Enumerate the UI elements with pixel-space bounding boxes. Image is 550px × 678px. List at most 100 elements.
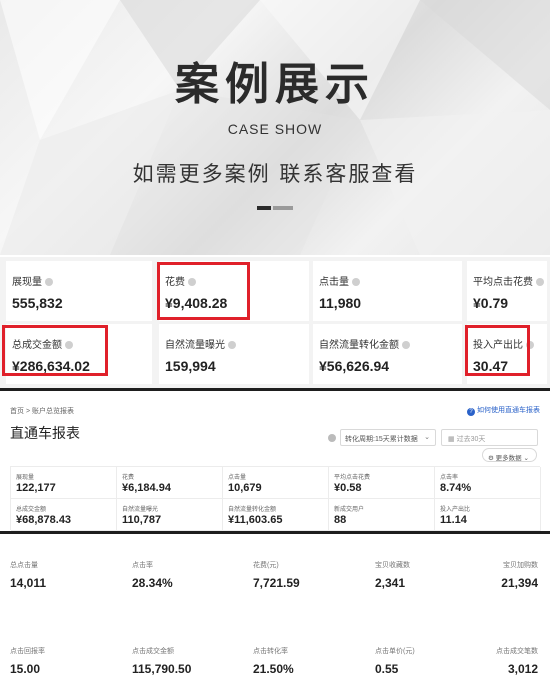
report-metric-label: 投入产出比 [440, 507, 471, 513]
more-data-button[interactable]: ⚙ 更多数据 ⌄ [482, 448, 537, 462]
date-range-picker[interactable]: ▦ 过去30天 [441, 429, 538, 446]
more-data-label: 更多数据 [495, 455, 522, 462]
click-metric-value: 21,394 [501, 576, 538, 590]
breadcrumb[interactable]: 首页 > 账户总览报表 [10, 406, 74, 416]
click-metric-value: 14,011 [10, 576, 47, 590]
question-icon: ? [467, 408, 475, 416]
help-link-label: 如何使用直通车报表 [477, 407, 540, 414]
report-metric: 点击率 8.74% [435, 467, 541, 499]
metric-value: 11,980 [319, 295, 362, 311]
hero-description: 如需更多案例 联系客服查看 [132, 162, 418, 186]
settings-icon: ⚙ [488, 455, 494, 462]
metric-card: 自然流量转化金额 ¥56,626.94 [313, 324, 462, 384]
select-value: 转化周期:15天累计数据 [345, 436, 418, 443]
click-metric-value: 3,012 [507, 662, 538, 676]
report-metric-label: 平均点击花费 [334, 475, 371, 481]
report-metric-label: 自然流量转化金额 [228, 507, 277, 513]
click-metric-value: 15.00 [10, 662, 41, 676]
report-panel: 首页 > 账户总览报表 ? 如何使用直通车报表 直通车报表 转化周期:15天累计数… [0, 391, 550, 531]
click-metric-label: 宝贝加购数 [503, 562, 538, 569]
report-metric-value: 110,787 [122, 514, 162, 526]
click-metric-value: 7,721.59 [253, 576, 300, 590]
metric-value: ¥0.79 [473, 295, 509, 311]
click-metric-value: 28.34% [132, 576, 173, 590]
report-metric-value: 10,679 [228, 482, 262, 494]
hero-subtitle: CASE SHOW [227, 121, 323, 137]
calendar-icon: ▦ [448, 436, 455, 443]
click-metric: 点击成交笔数 3,012 [428, 646, 538, 676]
metric-label: 平均点击花费 [473, 277, 533, 288]
click-metric: 花费(元) 7,721.59 [253, 560, 363, 590]
report-metric: 总成交金额 ¥68,878.43 [11, 499, 117, 531]
report-metric-value: ¥11,603.65 [228, 514, 283, 526]
click-metric: 点击回报率 15.00 [10, 646, 120, 676]
help-icon[interactable] [352, 278, 360, 286]
click-metrics-panel: 总点击量 14,011 点击率 28.34% 花费(元) 7,721.59 宝贝… [0, 534, 550, 678]
report-metric-value: ¥0.58 [334, 482, 362, 494]
help-icon[interactable] [536, 278, 544, 286]
metric-card: 点击量 11,980 [313, 261, 462, 321]
click-metric-label: 点击率 [132, 562, 153, 569]
report-metric: 平均点击花费 ¥0.58 [329, 467, 435, 499]
click-metric-label: 点击成交笔数 [496, 648, 538, 655]
click-metric-label: 花费(元) [253, 562, 279, 569]
report-metric: 自然流量曝光 110,787 [117, 499, 223, 531]
click-metric-label: 点击转化率 [253, 648, 288, 655]
metric-label: 展现量 [12, 277, 42, 288]
click-metric: 宝贝加购数 21,394 [428, 560, 538, 590]
help-icon[interactable] [402, 341, 410, 349]
info-icon[interactable] [328, 434, 336, 442]
metric-label: 自然流量曝光 [165, 340, 225, 351]
report-metric-label: 展现量 [16, 475, 35, 481]
report-metric: 展现量 122,177 [11, 467, 117, 499]
hero-dash-dark [257, 206, 271, 210]
chevron-down-icon: ⌄ [424, 434, 430, 441]
click-metric: 点击转化率 21.50% [253, 646, 363, 676]
report-metric: 点击量 10,679 [223, 467, 329, 499]
hero-banner: 案例展示 CASE SHOW 如需更多案例 联系客服查看 [0, 0, 550, 255]
help-icon[interactable] [228, 341, 236, 349]
metric-value: 555,832 [12, 295, 63, 311]
report-metric-value: ¥68,878.43 [16, 514, 72, 526]
report-metric-value: 8.74% [440, 482, 472, 494]
report-metric: 投入产出比 11.14 [435, 499, 541, 531]
click-metric-value: 115,790.50 [132, 662, 192, 676]
report-metric-label: 总成交金额 [16, 507, 47, 513]
click-metric-label: 点击回报率 [10, 648, 45, 655]
click-metric-label: 点击成交金额 [132, 648, 174, 655]
help-link[interactable]: ? 如何使用直通车报表 [467, 405, 540, 416]
report-metric: 新成交用户 88 [329, 499, 435, 531]
report-metric-label: 花费 [122, 475, 135, 481]
report-metric-label: 点击量 [228, 475, 247, 481]
report-metrics-grid: 展现量 122,177 花费 ¥6,184.94 点击量 10,679 平均点击… [10, 466, 541, 531]
metric-card: 平均点击花费 ¥0.79 [467, 261, 547, 321]
conversion-period-select[interactable]: 转化周期:15天累计数据 ⌄ [340, 429, 436, 446]
click-metric-label: 总点击量 [10, 562, 38, 569]
summary-metrics-grid: 展现量 555,832 花费 ¥9,408.28 点击量 11,980 平均点击… [0, 257, 550, 388]
metric-card: 展现量 555,832 [6, 261, 152, 321]
click-metric-value: 21.50% [253, 662, 294, 676]
click-metric: 总点击量 14,011 [10, 560, 120, 590]
highlight-box [157, 262, 250, 320]
click-metric: 点击率 28.34% [132, 560, 242, 590]
report-metric: 自然流量转化金额 ¥11,603.65 [223, 499, 329, 531]
metric-label: 点击量 [319, 277, 349, 288]
page-title: 直通车报表 [10, 426, 80, 442]
report-metric-value: 88 [334, 514, 347, 526]
chevron-down-icon: ⌄ [523, 455, 529, 462]
report-metric-label: 新成交用户 [334, 507, 365, 513]
help-icon[interactable] [45, 278, 53, 286]
report-metric-label: 自然流量曝光 [122, 507, 159, 513]
date-range-value: 过去30天 [456, 436, 486, 443]
report-metric-value: 11.14 [440, 514, 467, 526]
report-metric-label: 点击率 [440, 475, 459, 481]
metric-label: 自然流量转化金额 [319, 340, 399, 351]
metric-value: ¥56,626.94 [319, 358, 390, 374]
highlight-box [465, 325, 530, 376]
hero-title: 案例展示 [175, 59, 375, 110]
highlight-box [2, 325, 108, 376]
report-metric: 花费 ¥6,184.94 [117, 467, 223, 499]
metric-value: 159,994 [165, 358, 216, 374]
click-metric: 点击成交金额 115,790.50 [132, 646, 242, 676]
hero-dash-light [273, 206, 293, 210]
